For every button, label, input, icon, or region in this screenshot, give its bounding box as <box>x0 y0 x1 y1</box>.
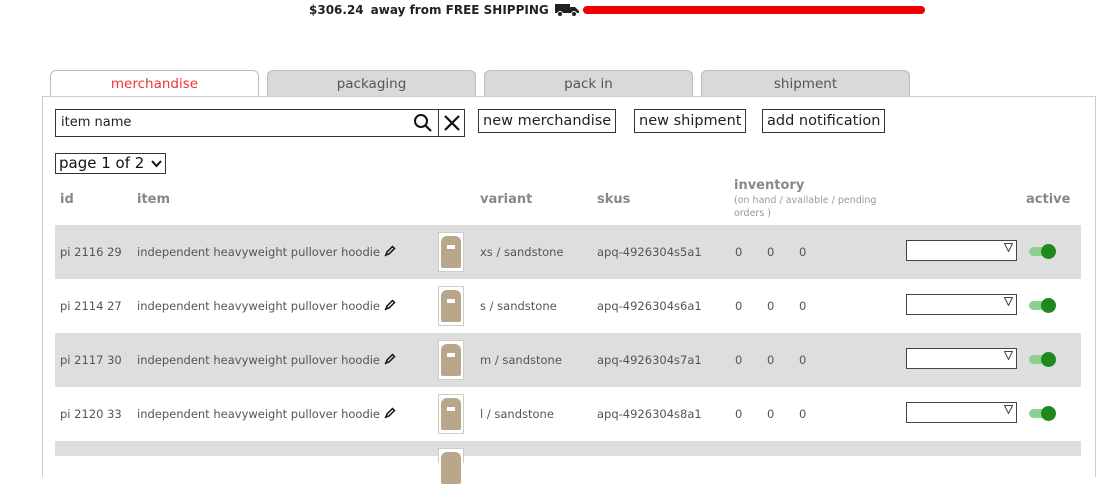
tab-bar: merchandise packaging pack in shipment <box>50 70 918 97</box>
table-row: pi 2120 33 independent heavyweight pullo… <box>55 387 1081 441</box>
row-id: pi 2116 29 <box>60 245 122 259</box>
free-shipping-banner: $306.24 away from FREE SHIPPING <box>309 3 581 17</box>
product-thumbnail <box>438 340 464 380</box>
active-toggle[interactable] <box>1029 406 1057 421</box>
row-available: 0 <box>767 353 775 367</box>
row-pending: 0 <box>799 245 807 259</box>
row-on-hand: 0 <box>735 353 743 367</box>
row-on-hand: 0 <box>735 245 743 259</box>
row-on-hand: 0 <box>735 407 743 421</box>
row-item-name: independent heavyweight pullover hoodie <box>137 245 381 259</box>
tab-merchandise[interactable]: merchandise <box>50 70 259 97</box>
pencil-icon[interactable] <box>384 353 396 365</box>
row-variant: l / sandstone <box>480 407 554 421</box>
close-icon[interactable] <box>442 113 462 133</box>
row-available: 0 <box>767 299 775 313</box>
row-item-name: independent heavyweight pullover hoodie <box>137 353 381 367</box>
product-thumbnail <box>438 286 464 326</box>
table-row: pi 2116 29 independent heavyweight pullo… <box>55 225 1081 279</box>
row-item-name: independent heavyweight pullover hoodie <box>137 299 381 313</box>
row-item: independent heavyweight pullover hoodie <box>137 299 396 313</box>
row-item: independent heavyweight pullover hoodie <box>137 245 396 259</box>
row-sku: apq-4926304s8a1 <box>597 407 702 421</box>
active-toggle[interactable] <box>1029 244 1057 259</box>
row-dropdown[interactable] <box>906 348 1017 369</box>
active-toggle[interactable] <box>1029 298 1057 313</box>
row-sku: apq-4926304s6a1 <box>597 299 702 313</box>
page-select[interactable]: page 1 of 2 <box>55 153 167 174</box>
row-id: pi 2114 27 <box>60 299 122 313</box>
column-header-variant: variant <box>480 192 533 207</box>
chevron-down-icon <box>1004 297 1013 306</box>
row-available: 0 <box>767 407 775 421</box>
new-merchandise-button[interactable]: new merchandise <box>478 109 617 133</box>
search-divider <box>438 110 439 136</box>
row-id: pi 2120 33 <box>60 407 122 421</box>
new-shipment-button[interactable]: new shipment <box>634 109 747 133</box>
chevron-down-icon <box>1004 405 1013 414</box>
tab-packaging[interactable]: packaging <box>267 70 476 96</box>
row-variant: m / sandstone <box>480 353 562 367</box>
tab-pack-in[interactable]: pack in <box>484 70 693 96</box>
row-variant: xs / sandstone <box>480 245 564 259</box>
table-row <box>55 441 1081 484</box>
search-field[interactable]: item name <box>55 109 465 137</box>
row-pending: 0 <box>799 407 807 421</box>
chevron-down-icon <box>1004 243 1013 252</box>
row-dropdown[interactable] <box>906 294 1017 315</box>
truck-icon <box>554 3 581 17</box>
table-row: pi 2117 30 independent heavyweight pullo… <box>55 333 1081 387</box>
chevron-down-icon <box>151 160 162 168</box>
row-sku: apq-4926304s7a1 <box>597 353 702 367</box>
row-id: pi 2117 30 <box>60 353 122 367</box>
page-select-label: page 1 of 2 <box>59 154 145 172</box>
column-header-inventory: inventory <box>734 178 805 193</box>
row-item: independent heavyweight pullover hoodie <box>137 407 396 421</box>
shipping-text: away from FREE SHIPPING <box>370 3 549 17</box>
row-dropdown[interactable] <box>906 402 1017 423</box>
active-toggle[interactable] <box>1029 352 1057 367</box>
column-header-inventory-detail: (on hand / available / pending orders ) <box>734 195 877 219</box>
column-header-item: item <box>137 192 171 207</box>
row-pending: 0 <box>799 299 807 313</box>
chevron-down-icon <box>1004 351 1013 360</box>
add-notification-button[interactable]: add notification <box>762 109 886 133</box>
row-variant: s / sandstone <box>480 299 557 313</box>
product-thumbnail <box>438 232 464 272</box>
table-row: pi 2114 27 independent heavyweight pullo… <box>55 279 1081 333</box>
row-item: independent heavyweight pullover hoodie <box>137 353 396 367</box>
row-available: 0 <box>767 245 775 259</box>
search-icon[interactable] <box>413 113 433 133</box>
product-thumbnail <box>438 394 464 434</box>
row-item-name: independent heavyweight pullover hoodie <box>137 407 381 421</box>
row-on-hand: 0 <box>735 299 743 313</box>
search-input[interactable]: item name <box>61 115 131 130</box>
row-dropdown[interactable] <box>906 240 1017 261</box>
row-pending: 0 <box>799 353 807 367</box>
shipping-progress-bar <box>583 6 925 14</box>
pencil-icon[interactable] <box>384 299 396 311</box>
column-header-skus: skus <box>597 192 631 207</box>
pencil-icon[interactable] <box>384 407 396 419</box>
column-header-active: active <box>1026 192 1071 207</box>
row-sku: apq-4926304s5a1 <box>597 245 702 259</box>
tab-shipment[interactable]: shipment <box>701 70 910 96</box>
shipping-amount: $306.24 <box>309 3 364 17</box>
pencil-icon[interactable] <box>384 245 396 257</box>
column-header-id: id <box>60 192 74 207</box>
